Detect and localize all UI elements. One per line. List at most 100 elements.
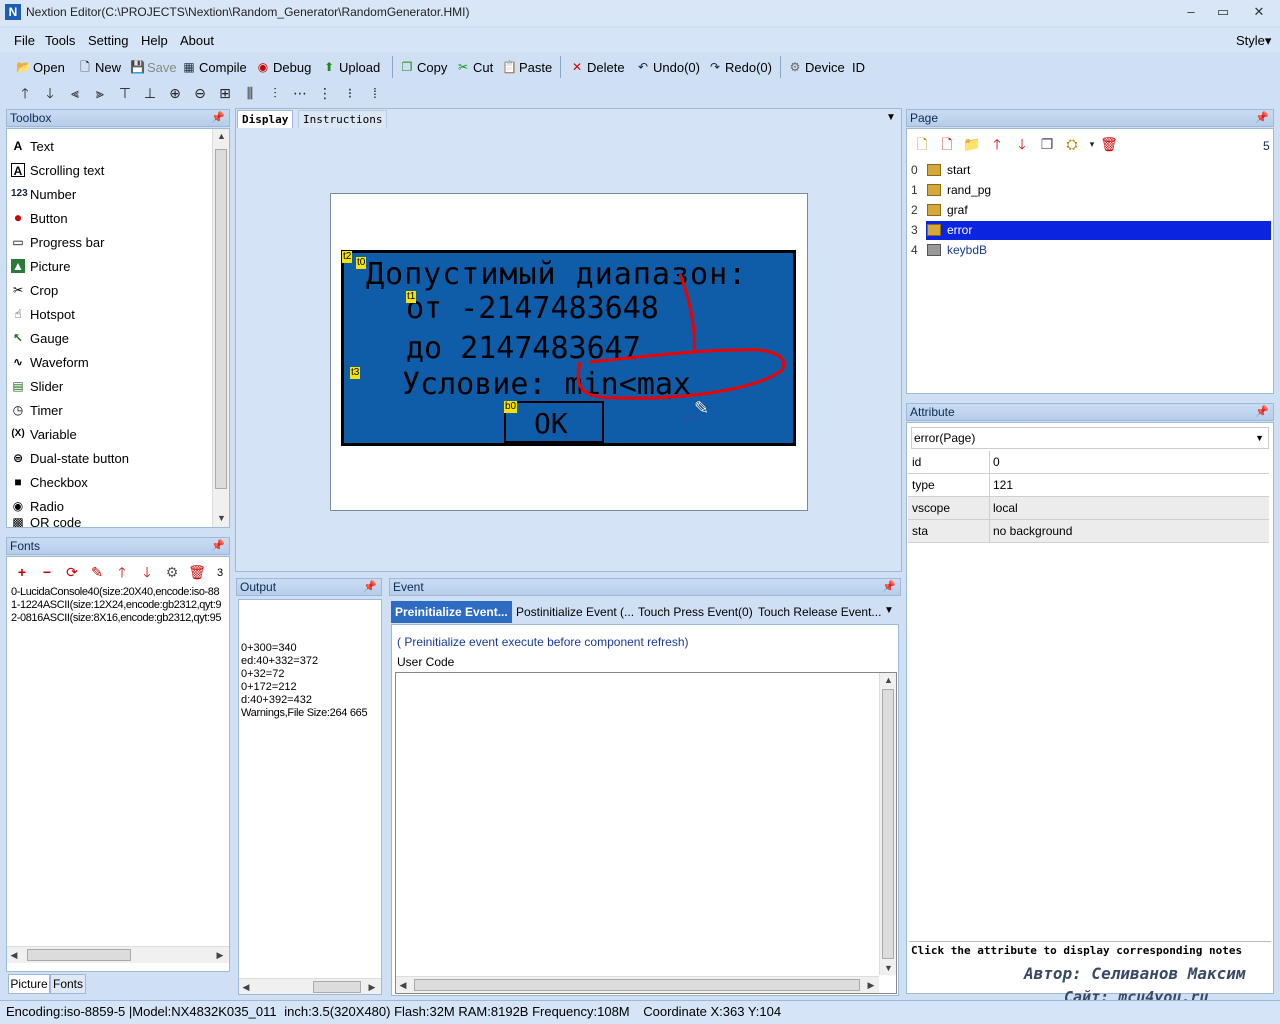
page-item-rand-pg[interactable]: 1 rand_pg (909, 181, 1271, 200)
tool-progress-bar[interactable]: ▭ Progress bar (11, 231, 104, 253)
pin-icon[interactable]: 📌 (211, 538, 225, 554)
distribute-v-icon[interactable]: ⁞ (366, 84, 384, 102)
align-right-icon[interactable]: ⫸ (91, 84, 109, 102)
tab-postinitialize-event[interactable]: Postinitialize Event (... (512, 601, 638, 623)
dropdown-icon[interactable]: ▾ (1083, 135, 1101, 153)
tab-touch-press-event[interactable]: Touch Press Event(0) (634, 601, 757, 623)
move-up-icon[interactable]: 🡑 (988, 135, 1006, 153)
tool-hotspot[interactable]: ☝ Hotspot (11, 303, 74, 325)
tool-slider[interactable]: ▤ Slider (11, 375, 63, 397)
device-button[interactable]: ⚙ Device (788, 57, 845, 77)
id-button[interactable]: ID (852, 57, 865, 77)
page-item-error[interactable]: 3 error (909, 221, 1271, 240)
tab-instructions[interactable]: Instructions (298, 110, 388, 128)
scroll-right-icon[interactable]: ▶ (213, 947, 227, 964)
scroll-right-icon[interactable]: ▶ (365, 979, 379, 994)
tool-waveform[interactable]: ∿ Waveform (11, 351, 89, 373)
scroll-thumb[interactable] (882, 689, 894, 959)
pin-icon[interactable]: 📌 (882, 579, 896, 595)
font-item[interactable]: 0-LucidaConsole40(size:20X40,encode:iso-… (11, 586, 227, 599)
pin-icon[interactable]: 📌 (1255, 404, 1269, 420)
scroll-down-icon[interactable]: ▼ (880, 961, 897, 975)
distribute-h-icon[interactable]: ⁝ (341, 84, 359, 102)
tool-timer[interactable]: ◷ Timer (11, 399, 63, 421)
remove-font-icon[interactable]: − (38, 563, 56, 581)
tool-radio[interactable]: ◉ Radio (11, 495, 64, 517)
tool-button[interactable]: ⏺ Button (11, 207, 68, 229)
tool-text[interactable]: A Text (11, 135, 54, 157)
tool-checkbox[interactable]: ■ Checkbox (11, 471, 87, 493)
align-center-v-icon[interactable]: ⊖ (191, 84, 209, 102)
add-page-icon[interactable]: 🗋 (913, 135, 931, 153)
dropdown-icon[interactable]: ▼ (884, 605, 894, 616)
same-width-icon[interactable]: ⫼ (241, 84, 259, 102)
font-item[interactable]: 1-1224ASCII(size:12X24,encode:gb2312,qyt… (11, 599, 227, 612)
tool-gauge[interactable]: ↖ Gauge (11, 327, 69, 349)
maximize-icon[interactable]: ▭ (1212, 4, 1234, 20)
close-icon[interactable]: ✕ (1248, 4, 1270, 20)
align-left-icon[interactable]: ⫷ (66, 84, 84, 102)
cut-button[interactable]: ✂ Cut (456, 57, 493, 77)
debug-button[interactable]: ◉ Debug (256, 57, 312, 77)
scroll-up-icon[interactable]: ▲ (213, 129, 230, 143)
tool-dual-state-button[interactable]: ⊜ Dual-state button (11, 447, 129, 469)
attribute-row-id[interactable]: id 0 (908, 451, 1269, 474)
edit-font-icon[interactable]: ✎ (88, 563, 106, 581)
fonts-hscrollbar[interactable]: ◀ ▶ (7, 946, 229, 963)
replace-font-icon[interactable]: ⟳ (63, 563, 81, 581)
send-down-icon[interactable]: 🡓 (41, 84, 59, 102)
style-menu[interactable]: Style▾ (1236, 33, 1271, 49)
bring-up-icon[interactable]: 🡑 (16, 84, 34, 102)
pin-icon[interactable]: 📌 (363, 579, 377, 595)
scroll-thumb[interactable] (215, 149, 227, 489)
move-down-icon[interactable]: 🡓 (138, 563, 156, 581)
scroll-left-icon[interactable]: ◀ (396, 977, 410, 994)
delete-button[interactable]: ✕ Delete (570, 57, 625, 77)
tool-picture[interactable]: ▲ Picture (11, 255, 70, 277)
same-height-icon[interactable]: ⫶ (266, 84, 284, 102)
scroll-right-icon[interactable]: ▶ (864, 977, 878, 994)
new-button[interactable]: 🗋 New (78, 57, 121, 77)
tab-display[interactable]: Display (237, 110, 294, 128)
tool-qr-code[interactable]: ▩ QR code (11, 517, 81, 527)
add-font-icon[interactable]: + (13, 563, 31, 581)
tool-variable[interactable]: (X) Variable (11, 423, 76, 445)
move-up-icon[interactable]: 🡑 (113, 563, 131, 581)
compile-button[interactable]: ▦ Compile (182, 57, 246, 77)
copy-page-icon[interactable]: ❐ (1038, 135, 1056, 153)
toolbox-scrollbar[interactable]: ▲ ▼ (212, 129, 229, 527)
tab-picture[interactable]: Picture (8, 974, 50, 994)
menu-help[interactable]: Help (141, 33, 168, 48)
user-code-editor[interactable]: ▲ ▼ ◀ ▶ (395, 672, 897, 994)
component-tag[interactable]: t3 (350, 367, 361, 379)
component-tag[interactable]: b0 (504, 401, 518, 413)
scroll-thumb[interactable] (414, 979, 860, 991)
tool-scrolling-text[interactable]: A Scrolling text (11, 159, 104, 181)
code-hscrollbar[interactable]: ◀ ▶ (396, 976, 879, 993)
space-h-icon[interactable]: ⋯ (291, 84, 309, 102)
scroll-left-icon[interactable]: ◀ (239, 979, 253, 994)
menu-setting[interactable]: Setting (88, 33, 128, 48)
page-item-start[interactable]: 0 start (909, 161, 1271, 180)
scroll-up-icon[interactable]: ▲ (880, 673, 897, 687)
tool-crop[interactable]: ✂ Crop (11, 279, 58, 301)
minimize-icon[interactable]: – (1180, 4, 1202, 20)
tab-preinitialize-event[interactable]: Preinitialize Event... (391, 601, 512, 623)
delete-all-icon[interactable]: 🗑 (188, 563, 206, 581)
space-v-icon[interactable]: ⋮ (316, 84, 334, 102)
menu-about[interactable]: About (180, 33, 214, 48)
paste-button[interactable]: 📋 Paste (502, 57, 552, 77)
component-tag[interactable]: t2 (342, 251, 353, 263)
upload-button[interactable]: ⬆ Upload (322, 57, 380, 77)
dropdown-icon[interactable]: ▼ (886, 112, 896, 123)
scroll-down-icon[interactable]: ▼ (213, 511, 230, 525)
attribute-row-sta[interactable]: sta no background (908, 520, 1269, 543)
align-top-icon[interactable]: ⊤ (116, 84, 134, 102)
align-bottom-icon[interactable]: ⊥ (141, 84, 159, 102)
page-item-graf[interactable]: 2 graf (909, 201, 1271, 220)
component-tag[interactable]: t1 (406, 291, 417, 303)
insert-page-icon[interactable]: 📁 (963, 135, 981, 153)
undo-button[interactable]: ↶ Undo(0) (636, 57, 700, 77)
import-page-icon[interactable]: ⛭ (1063, 135, 1081, 153)
open-button[interactable]: 📂 Open (16, 57, 65, 77)
